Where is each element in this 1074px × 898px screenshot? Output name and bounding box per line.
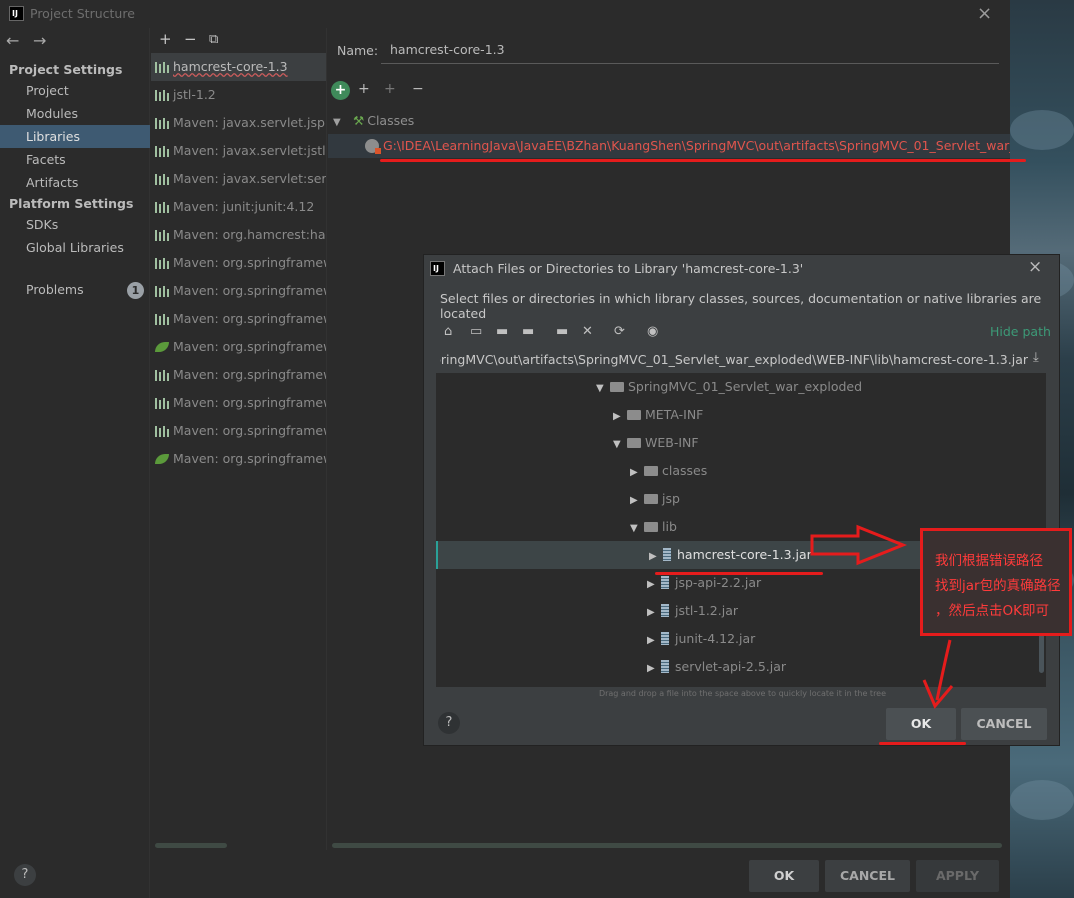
annotation-right-arrow xyxy=(810,524,908,566)
annotation-note-text: 我们根据错误路径 找到jar包的真确路径 ，然后点击OK即可 xyxy=(935,553,1061,619)
annotation-arrows xyxy=(810,524,954,709)
annotation-note-box: 我们根据错误路径 找到jar包的真确路径 ，然后点击OK即可 xyxy=(920,528,1072,636)
